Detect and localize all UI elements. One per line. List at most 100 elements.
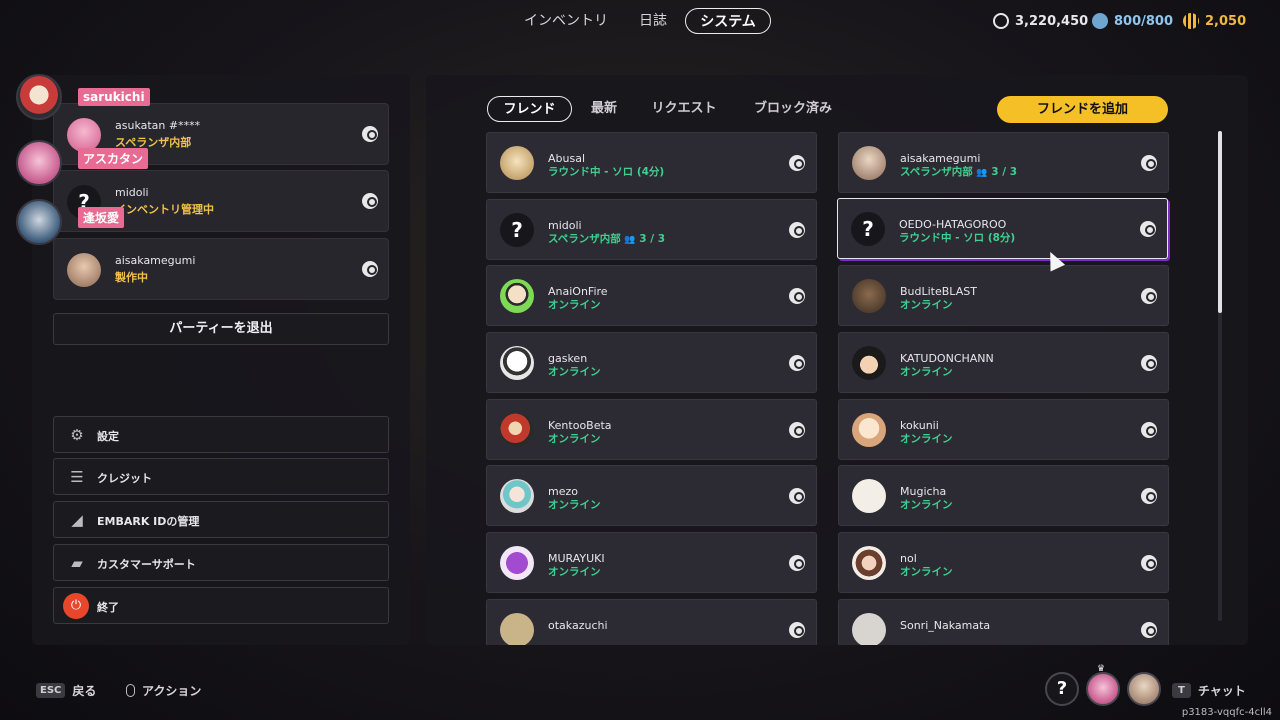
friend-card[interactable]: BudLiteBLAST オンライン <box>838 265 1169 326</box>
embark-id-button[interactable]: ◢ EMBARK IDの管理 <box>53 501 389 538</box>
party-avatar-aisaka[interactable] <box>16 199 62 245</box>
tab-journal[interactable]: 日誌 <box>630 8 676 34</box>
member-name: aisakamegumi <box>115 254 196 267</box>
tab-friends[interactable]: フレンド <box>487 96 572 122</box>
avatar <box>500 279 534 313</box>
friend-status: オンライン <box>548 299 601 311</box>
chat-hint[interactable]: T チャット <box>1172 681 1246 699</box>
leave-party-button[interactable]: パーティーを退出 <box>53 313 389 345</box>
support-button[interactable]: ▰ カスタマーサポート <box>53 544 389 581</box>
tab-system[interactable]: システム <box>685 8 771 34</box>
menu-label: 設定 <box>97 430 119 443</box>
tab-inventory[interactable]: インベントリ <box>516 8 616 34</box>
party-icon: 👥 <box>624 235 636 245</box>
party-avatar-asukatan[interactable] <box>16 140 62 186</box>
friend-status: スペランザ内部 👥 3 / 3 <box>900 164 1017 179</box>
steam-icon[interactable] <box>1140 221 1156 237</box>
tab-blocked[interactable]: ブロック済み <box>748 96 838 122</box>
chat-label: チャット <box>1197 683 1246 698</box>
member-status: 製作中 <box>115 271 148 284</box>
steam-icon[interactable] <box>789 155 805 171</box>
credits-icon <box>993 13 1009 29</box>
add-friend-button[interactable]: フレンドを追加 <box>997 96 1168 123</box>
avatar <box>852 346 886 380</box>
steam-icon[interactable] <box>362 126 378 142</box>
steam-icon[interactable] <box>1141 355 1157 371</box>
avatar <box>500 146 534 180</box>
friend-name: Sonri_Nakamata <box>900 619 991 632</box>
party-count: 3 / 3 <box>991 166 1018 178</box>
menu-label: カスタマーサポート <box>97 558 196 571</box>
friend-card[interactable]: Sonri_Nakamata <box>838 599 1169 645</box>
steam-icon[interactable] <box>789 422 805 438</box>
back-hint[interactable]: ESC 戻る <box>36 681 96 699</box>
steam-icon[interactable] <box>789 622 805 638</box>
friend-card[interactable]: Abusal ラウンド中 - ソロ (4分) <box>486 132 817 193</box>
party-icon: 👥 <box>976 168 988 178</box>
steam-icon[interactable] <box>789 288 805 304</box>
member-status: インベントリ管理中 <box>115 203 214 216</box>
friend-status: スペランザ内部 👥 3 / 3 <box>548 231 665 246</box>
quit-button[interactable]: ⏻ 終了 <box>53 587 389 624</box>
avatar <box>67 253 101 287</box>
menu-label: クレジット <box>97 472 152 485</box>
party-avatar[interactable] <box>1127 672 1161 706</box>
steam-icon[interactable] <box>1141 555 1157 571</box>
steam-icon[interactable] <box>1141 288 1157 304</box>
friend-status: ラウンド中 - ソロ (4分) <box>548 166 665 178</box>
action-hint: アクション <box>126 681 201 699</box>
party-member[interactable]: aisakamegumi 製作中 <box>53 238 389 300</box>
friend-card[interactable]: gasken オンライン <box>486 332 817 393</box>
scrollbar-thumb[interactable] <box>1218 131 1222 313</box>
friend-card[interactable]: ? midoli スペランザ内部 👥 3 / 3 <box>486 199 817 260</box>
currency-coins: 2,050 <box>1183 11 1246 31</box>
avatar <box>852 279 886 313</box>
friend-card[interactable]: aisakamegumi スペランザ内部 👥 3 / 3 <box>838 132 1169 193</box>
storage-value: 800/800 <box>1114 13 1174 29</box>
friend-card[interactable]: KATUDONCHANN オンライン <box>838 332 1169 393</box>
steam-icon[interactable] <box>789 488 805 504</box>
avatar <box>500 479 534 513</box>
friend-card-selected[interactable]: ? OEDO-HATAGOROO ラウンド中 - ソロ (8分) <box>837 198 1168 259</box>
friend-card[interactable]: mezo オンライン <box>486 465 817 526</box>
credits-value: 3,220,450 <box>1015 13 1089 29</box>
id-icon: ◢ <box>71 511 83 529</box>
avatar-unknown: ? <box>500 213 534 247</box>
member-name: midoli <box>115 186 149 199</box>
party-avatar-sarukichi[interactable] <box>16 74 62 120</box>
steam-icon[interactable] <box>362 193 378 209</box>
party-avatar-leader[interactable] <box>1086 672 1120 706</box>
tab-recent[interactable]: 最新 <box>584 96 624 122</box>
party-tag: アスカタン <box>78 148 149 169</box>
friend-status: オンライン <box>548 433 601 445</box>
status-text: スペランザ内部 <box>548 233 621 245</box>
friend-card[interactable]: otakazuchi <box>486 599 817 645</box>
friend-card[interactable]: MURAYUKI オンライン <box>486 532 817 593</box>
avatar <box>67 118 101 152</box>
friend-status: オンライン <box>548 366 601 378</box>
friend-card[interactable]: kokunii オンライン <box>838 399 1169 460</box>
avatar-unknown: ? <box>851 212 885 246</box>
settings-button[interactable]: ⚙ 設定 <box>53 416 389 453</box>
crown-icon: ♛ <box>1097 664 1106 674</box>
friend-card[interactable]: AnaiOnFire オンライン <box>486 265 817 326</box>
steam-icon[interactable] <box>1141 488 1157 504</box>
tab-requests[interactable]: リクエスト <box>644 96 724 122</box>
friend-card[interactable]: KentooBeta オンライン <box>486 399 817 460</box>
friend-status: オンライン <box>900 433 953 445</box>
party-avatar-unknown[interactable]: ? <box>1045 672 1079 706</box>
steam-icon[interactable] <box>1141 155 1157 171</box>
steam-icon[interactable] <box>362 261 378 277</box>
credits-button[interactable]: ☰ クレジット <box>53 458 389 495</box>
list-icon: ☰ <box>70 468 84 486</box>
friend-card[interactable]: Mugicha オンライン <box>838 465 1169 526</box>
friend-status: ラウンド中 - ソロ (8分) <box>899 232 1016 244</box>
friend-card[interactable]: nol オンライン <box>838 532 1169 593</box>
steam-icon[interactable] <box>1141 622 1157 638</box>
steam-icon[interactable] <box>789 222 805 238</box>
avatar <box>852 479 886 513</box>
steam-icon[interactable] <box>789 555 805 571</box>
steam-icon[interactable] <box>789 355 805 371</box>
friend-name: otakazuchi <box>548 619 608 632</box>
steam-icon[interactable] <box>1141 422 1157 438</box>
